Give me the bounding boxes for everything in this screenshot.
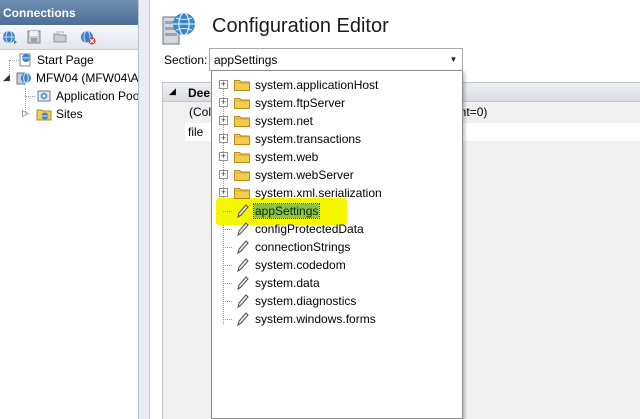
configuration-editor-icon bbox=[162, 12, 195, 45]
dropdown-item-label: connectionStrings bbox=[255, 240, 351, 254]
dropdown-item-label: system.xml.serialization bbox=[255, 186, 382, 200]
section-dropdown[interactable]: appSettings ▼ bbox=[209, 48, 463, 71]
folder-icon bbox=[234, 98, 250, 109]
folder-icon bbox=[234, 170, 250, 181]
collapse-arrow-icon[interactable]: ◢ bbox=[169, 86, 176, 97]
property-group-title: Dee bbox=[188, 86, 211, 100]
dropdown-item[interactable]: system.codedom bbox=[212, 256, 462, 274]
section-icon bbox=[237, 258, 249, 273]
dropdown-item-label: appSettings bbox=[252, 203, 321, 219]
tree-connector bbox=[223, 319, 232, 320]
expand-icon[interactable]: + bbox=[219, 170, 228, 179]
tree-item-label: Application Poo bbox=[56, 89, 139, 103]
section-icon bbox=[237, 204, 249, 219]
section-icon bbox=[237, 222, 249, 237]
folder-icon bbox=[234, 152, 250, 163]
dropdown-item-label: system.windows.forms bbox=[255, 312, 376, 326]
dropdown-item[interactable]: + system.applicationHost bbox=[212, 76, 462, 94]
section-icon bbox=[237, 312, 249, 327]
app-pool-icon bbox=[37, 90, 51, 102]
expand-icon[interactable]: + bbox=[219, 152, 228, 161]
folder-icon bbox=[234, 188, 250, 199]
disconnect-icon[interactable] bbox=[80, 29, 96, 45]
section-dropdown-list[interactable]: + system.applicationHost + system.ftpServer… bbox=[211, 70, 463, 419]
tree-connector bbox=[223, 283, 232, 284]
collapse-arrow-icon[interactable]: ◢ bbox=[3, 72, 10, 83]
expand-icon[interactable]: + bbox=[219, 134, 228, 143]
open-icon[interactable] bbox=[52, 29, 68, 45]
expand-arrow-icon[interactable]: ▷ bbox=[22, 108, 29, 119]
tree-connector bbox=[25, 96, 35, 97]
tree-connector bbox=[223, 211, 232, 212]
dropdown-item[interactable]: connectionStrings bbox=[212, 238, 462, 256]
folder-icon bbox=[234, 116, 250, 127]
dropdown-item[interactable]: + system.net bbox=[212, 112, 462, 130]
connections-toolbar bbox=[0, 26, 138, 50]
section-icon bbox=[237, 276, 249, 291]
expand-icon[interactable]: + bbox=[219, 98, 228, 107]
tree-connector bbox=[223, 247, 232, 248]
folder-icon bbox=[234, 80, 250, 91]
tree-connector bbox=[223, 265, 232, 266]
dropdown-item-label: system.applicationHost bbox=[255, 78, 379, 92]
dropdown-item-label: configProtectedData bbox=[255, 222, 364, 236]
expand-icon[interactable]: + bbox=[219, 80, 228, 89]
dropdown-item-label: system.codedom bbox=[255, 258, 346, 272]
tree-item-label: Sites bbox=[56, 107, 83, 121]
sites-icon bbox=[36, 109, 52, 121]
connect-icon[interactable] bbox=[2, 29, 18, 45]
dropdown-item[interactable]: + system.xml.serialization bbox=[212, 184, 462, 202]
dropdown-item[interactable]: system.diagnostics bbox=[212, 292, 462, 310]
server-icon bbox=[16, 72, 31, 85]
dropdown-arrow-icon[interactable]: ▼ bbox=[445, 49, 462, 70]
folder-icon bbox=[234, 134, 250, 145]
start-page-icon bbox=[19, 53, 31, 67]
tree-item-label: Start Page bbox=[37, 53, 94, 67]
dropdown-item-label: system.diagnostics bbox=[255, 294, 357, 308]
page-title: Configuration Editor bbox=[212, 15, 389, 37]
dropdown-item-label: system.data bbox=[255, 276, 320, 290]
dropdown-item[interactable]: + system.ftpServer bbox=[212, 94, 462, 112]
connections-pane: Connections Start Page ◢ MFW04 (MFW04\Ac… bbox=[0, 0, 139, 419]
dropdown-item[interactable]: + system.web bbox=[212, 148, 462, 166]
pane-splitter[interactable] bbox=[139, 0, 150, 419]
dropdown-item-label: system.ftpServer bbox=[255, 96, 346, 110]
tree-item-label: MFW04 (MFW04\Ac bbox=[36, 71, 139, 85]
dropdown-item-label: system.net bbox=[255, 114, 314, 128]
expand-icon[interactable]: + bbox=[219, 116, 228, 125]
dropdown-item[interactable]: appSettings bbox=[212, 202, 462, 220]
save-icon[interactable] bbox=[26, 29, 42, 45]
dropdown-item[interactable]: configProtectedData bbox=[212, 220, 462, 238]
dropdown-item-label: system.web bbox=[255, 150, 319, 164]
property-name: file bbox=[188, 125, 204, 139]
tree-connector bbox=[223, 301, 232, 302]
property-row-collection[interactable]: (Col bbox=[189, 105, 211, 119]
expand-icon[interactable]: + bbox=[219, 188, 228, 197]
dropdown-item[interactable]: + system.transactions bbox=[212, 130, 462, 148]
dropdown-item[interactable]: + system.webServer bbox=[212, 166, 462, 184]
section-icon bbox=[237, 294, 249, 309]
connections-header: Connections bbox=[0, 0, 138, 25]
section-label: Section: bbox=[164, 53, 208, 67]
dropdown-item-label: system.webServer bbox=[255, 168, 354, 182]
section-icon bbox=[237, 240, 249, 255]
tree-connector bbox=[223, 229, 232, 230]
section-dropdown-value: appSettings bbox=[214, 53, 278, 67]
dropdown-item-label: system.transactions bbox=[255, 132, 362, 146]
dropdown-item[interactable]: system.windows.forms bbox=[212, 310, 462, 328]
dropdown-item[interactable]: system.data bbox=[212, 274, 462, 292]
